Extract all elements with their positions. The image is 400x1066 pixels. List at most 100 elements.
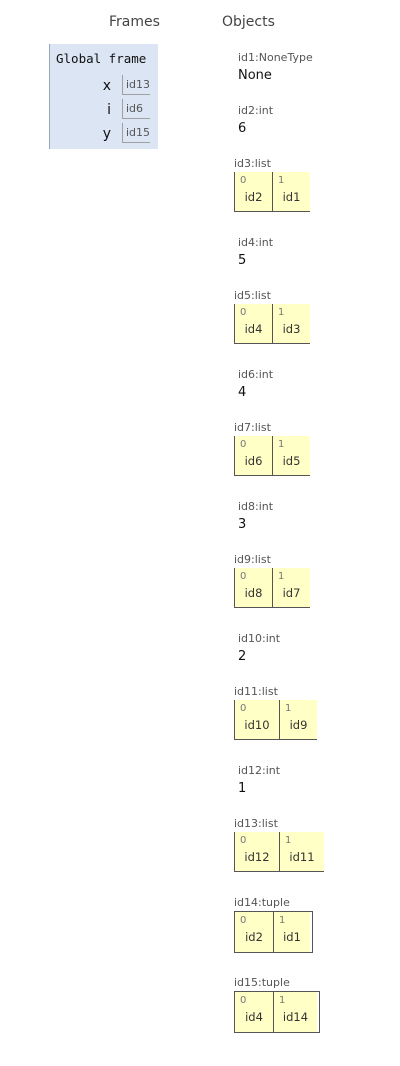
object-label: id9:list <box>234 553 271 566</box>
var-row-x: x id13 <box>50 74 159 98</box>
cell-index: 1 <box>285 703 292 714</box>
cell-index: 1 <box>279 995 286 1006</box>
object-id4[interactable]: id4:int 5 <box>238 236 273 268</box>
frames-heading: Frames <box>109 14 160 30</box>
cell-pointer[interactable]: id4 <box>235 1010 273 1024</box>
object-label: id5:list <box>234 289 271 302</box>
object-id14[interactable]: id14:tuple 0 id2 1 id1 <box>234 896 313 953</box>
object-label: id10:int <box>238 632 281 645</box>
cell-index: 0 <box>240 307 247 318</box>
cell-index: 0 <box>240 175 247 186</box>
cell-pointer[interactable]: id5 <box>273 454 310 468</box>
cell-index: 1 <box>278 439 285 450</box>
object-label: id1:NoneType <box>238 51 313 64</box>
object-id7[interactable]: id7:list 0 id6 1 id5 <box>234 421 310 476</box>
list-cell: 1 id7 <box>272 568 310 608</box>
object-label: id6:int <box>238 368 274 381</box>
list-cell: 1 id3 <box>272 304 310 344</box>
cell-index: 1 <box>278 175 285 186</box>
var-row-y: y id15 <box>50 122 159 146</box>
cell-pointer[interactable]: id7 <box>273 586 310 600</box>
object-id13[interactable]: id13:list 0 id12 1 id11 <box>234 817 324 872</box>
object-value: 5 <box>238 253 247 268</box>
list-cell: 1 id1 <box>272 172 310 212</box>
cell-pointer[interactable]: id10 <box>235 718 279 732</box>
cell-index: 1 <box>285 835 292 846</box>
object-id3[interactable]: id3:list 0 id2 1 id1 <box>234 157 310 212</box>
cell-index: 0 <box>240 995 247 1006</box>
object-id15[interactable]: id15:tuple 0 id4 1 id14 <box>234 976 320 1033</box>
object-id2[interactable]: id2:int 6 <box>238 104 273 136</box>
global-frame: Global frame x id13 i id6 y id15 <box>49 44 158 149</box>
object-id5[interactable]: id5:list 0 id4 1 id3 <box>234 289 310 344</box>
list-cell: 0 id2 <box>234 172 272 212</box>
var-pointer[interactable]: id15 <box>122 123 150 143</box>
cell-pointer[interactable]: id1 <box>274 930 310 944</box>
object-label: id12:int <box>238 764 281 777</box>
cell-index: 1 <box>279 915 286 926</box>
object-value: 6 <box>238 121 247 136</box>
object-id11[interactable]: id11:list 0 id10 1 id9 <box>234 685 317 740</box>
var-name: i <box>107 102 111 118</box>
tuple-cells: 0 id4 1 id14 <box>234 991 320 1033</box>
list-cell: 0 id12 <box>234 832 279 872</box>
cell-index: 0 <box>240 703 247 714</box>
cell-pointer[interactable]: id2 <box>235 930 273 944</box>
list-cell: 0 id4 <box>234 304 272 344</box>
objects-heading: Objects <box>222 14 275 30</box>
var-pointer[interactable]: id13 <box>122 75 150 95</box>
object-id8[interactable]: id8:int 3 <box>238 500 273 532</box>
list-cells: 0 id12 1 id11 <box>234 832 324 872</box>
var-name: y <box>102 126 111 142</box>
cell-pointer[interactable]: id9 <box>280 718 317 732</box>
list-cell: 1 id5 <box>272 436 310 476</box>
list-cells: 0 id10 1 id9 <box>234 700 317 740</box>
object-id10[interactable]: id10:int 2 <box>238 632 280 664</box>
cell-pointer[interactable]: id8 <box>235 586 272 600</box>
cell-pointer[interactable]: id14 <box>274 1010 317 1024</box>
list-cells: 0 id6 1 id5 <box>234 436 310 476</box>
tuple-cell: 1 id14 <box>273 992 317 1032</box>
cell-index: 1 <box>278 571 285 582</box>
object-label: id3:list <box>234 157 271 170</box>
var-row-i: i id6 <box>50 98 159 122</box>
object-label: id13:list <box>234 817 278 830</box>
object-label: id14:tuple <box>234 896 290 909</box>
list-cell: 0 id6 <box>234 436 272 476</box>
cell-pointer[interactable]: id3 <box>273 322 310 336</box>
cell-index: 1 <box>278 307 285 318</box>
cell-index: 0 <box>240 571 247 582</box>
var-name: x <box>102 78 111 94</box>
object-id1[interactable]: id1:NoneType None <box>238 51 313 83</box>
cell-index: 0 <box>240 915 247 926</box>
object-value: 3 <box>238 517 247 532</box>
object-label: id15:tuple <box>234 976 290 989</box>
object-label: id2:int <box>238 104 274 117</box>
cell-index: 0 <box>240 835 247 846</box>
object-value: 1 <box>238 781 247 796</box>
object-value: 4 <box>238 385 247 400</box>
object-id6[interactable]: id6:int 4 <box>238 368 273 400</box>
object-label: id11:list <box>234 685 278 698</box>
cell-pointer[interactable]: id2 <box>235 190 272 204</box>
object-label: id4:int <box>238 236 274 249</box>
object-id9[interactable]: id9:list 0 id8 1 id7 <box>234 553 310 608</box>
cell-pointer[interactable]: id4 <box>235 322 272 336</box>
cell-index: 0 <box>240 439 247 450</box>
cell-pointer[interactable]: id11 <box>280 850 324 864</box>
list-cell: 0 id8 <box>234 568 272 608</box>
object-id12[interactable]: id12:int 1 <box>238 764 280 796</box>
list-cell: 1 id9 <box>279 700 317 740</box>
object-value: None <box>238 68 272 83</box>
tuple-cell: 0 id4 <box>235 992 273 1032</box>
list-cell: 0 id10 <box>234 700 279 740</box>
list-cells: 0 id8 1 id7 <box>234 568 310 608</box>
object-label: id8:int <box>238 500 274 513</box>
cell-pointer[interactable]: id6 <box>235 454 272 468</box>
var-pointer[interactable]: id6 <box>122 99 150 119</box>
list-cells: 0 id4 1 id3 <box>234 304 310 344</box>
tuple-cells: 0 id2 1 id1 <box>234 911 313 953</box>
object-label: id7:list <box>234 421 271 434</box>
cell-pointer[interactable]: id12 <box>235 850 279 864</box>
cell-pointer[interactable]: id1 <box>273 190 310 204</box>
